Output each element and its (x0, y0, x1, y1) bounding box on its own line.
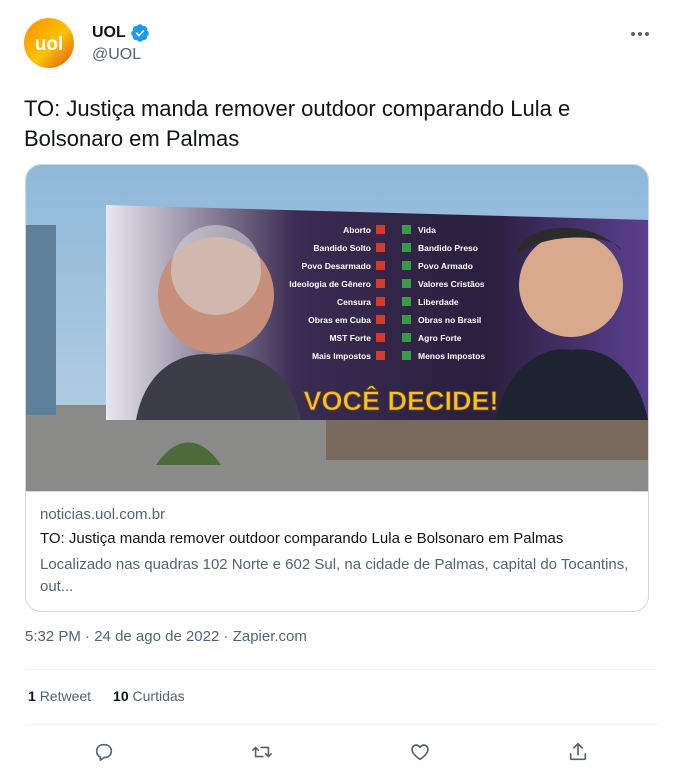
retweet-button[interactable] (245, 735, 279, 769)
billboard-left-item: Bandido Solto (313, 243, 371, 253)
author-handle[interactable]: @UOL (92, 46, 141, 64)
meta-separator: · (85, 628, 91, 645)
retweet-icon (252, 746, 272, 758)
likes-stat[interactable]: 10 Curtidas (113, 688, 185, 704)
tweet-source[interactable]: Zapier.com (233, 628, 307, 645)
avatar[interactable]: uol (24, 18, 74, 68)
action-bar (25, 735, 657, 769)
billboard-right-item: Agro Forte (418, 333, 462, 343)
tweet-meta: 5:32 PM · 24 de ago de 2022 · Zapier.com (25, 628, 307, 645)
likes-count: 10 (113, 688, 129, 704)
tweet-text: TO: Justiça manda remover outdoor compar… (24, 96, 571, 151)
link-card[interactable]: Aborto Bandido Solto Povo Desarmado Ideo… (25, 164, 649, 612)
card-body[interactable]: noticias.uol.com.br TO: Justiça manda re… (26, 491, 648, 611)
billboard-right-item: Vida (418, 225, 436, 235)
divider (25, 669, 657, 670)
tweet-time[interactable]: 5:32 PM (25, 628, 81, 645)
card-domain: noticias.uol.com.br (40, 506, 166, 523)
billboard-right-item: Povo Armado (418, 261, 473, 271)
tweet-date[interactable]: 24 de ago de 2022 (94, 628, 219, 645)
billboard-left-item: Ideologia de Gênero (289, 279, 371, 289)
billboard-left-item: Povo Desarmado (302, 261, 371, 271)
billboard-left-item: Aborto (343, 225, 371, 235)
card-description: Localizado nas quadras 102 Norte e 602 S… (40, 556, 629, 595)
billboard-image: Aborto Bandido Solto Povo Desarmado Ideo… (26, 165, 648, 491)
likes-label: Curtidas (132, 688, 185, 704)
svg-text:uol: uol (35, 34, 64, 55)
billboard-slogan: VOCÊ DECIDE! (303, 385, 498, 416)
billboard-left-item: Censura (337, 297, 371, 307)
uol-logo-icon: uol (35, 34, 64, 55)
author-name-text[interactable]: UOL (92, 24, 126, 42)
billboard-right-item: Valores Cristãos (418, 279, 485, 289)
card-title: TO: Justiça manda remover outdoor compar… (40, 530, 564, 547)
verified-badge-icon (131, 24, 149, 42)
like-button[interactable] (403, 735, 437, 769)
author-name[interactable]: UOL (92, 23, 150, 43)
billboard-right-item: Menos Impostos (418, 351, 485, 361)
billboard-left-item: Mais Impostos (312, 351, 371, 361)
reply-button[interactable] (87, 735, 121, 769)
heart-icon (411, 744, 429, 761)
meta-separator: · (223, 628, 229, 645)
share-icon (569, 742, 587, 761)
retweet-stat[interactable]: 1 Retweet (28, 688, 91, 704)
billboard-left-item: MST Forte (329, 333, 371, 343)
billboard-right-item: Obras no Brasil (418, 315, 481, 325)
tweet-stats: 1 Retweet 10 Curtidas (28, 688, 185, 704)
billboard-right-item: Liberdade (418, 297, 459, 307)
tweet: uol UOL @UOL TO: Justiça manda remover o… (0, 0, 682, 768)
retweet-count: 1 (28, 688, 36, 704)
share-button[interactable] (561, 735, 595, 769)
billboard-right-item: Bandido Preso (418, 243, 478, 253)
divider (25, 724, 657, 725)
reply-icon (95, 743, 113, 762)
retweet-label: Retweet (39, 688, 92, 704)
more-icon[interactable] (628, 26, 652, 42)
billboard-left-item: Obras em Cuba (308, 315, 371, 325)
